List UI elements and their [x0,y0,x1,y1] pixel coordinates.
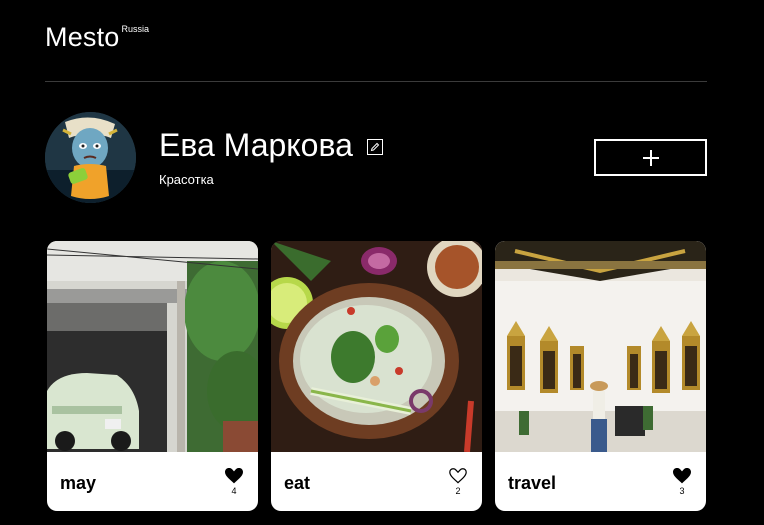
profile: Ева Маркова Красотка [45,110,707,205]
avatar-image [45,112,136,203]
card-title: eat [284,473,311,493]
like-count: 2 [455,486,461,496]
heart-filled-icon[interactable] [225,468,243,484]
avatar[interactable] [45,112,136,203]
card: eat 2 [271,241,482,511]
add-card-button[interactable] [594,139,707,176]
page: Mesto Russia Ева Маркова Красотка may 4 … [0,0,764,525]
card-footer: eat 2 [271,452,482,511]
card-image-temple[interactable] [495,241,706,452]
pencil-icon [370,142,380,152]
logo: Mesto Russia [45,24,149,51]
edit-profile-button[interactable] [366,139,383,156]
plus-icon [642,149,659,166]
profile-info: Ева Маркова Красотка [159,127,383,188]
card-title: may [60,473,97,493]
header: Mesto Russia [45,0,707,82]
logo-sub: Russia [121,24,150,34]
card-image-food[interactable] [271,241,482,452]
card: may 4 [47,241,258,511]
card-image-street[interactable] [47,241,258,452]
like-count: 3 [679,486,685,496]
name-row: Ева Маркова [159,127,383,163]
profile-description: Красотка [159,172,214,188]
like-count: 4 [231,486,237,496]
heart-outline-icon[interactable] [449,468,467,484]
cards-grid: may 4 eat 2 travel 3 [47,241,707,525]
profile-name: Ева Маркова [159,127,353,163]
card-title: travel [508,473,557,493]
card-footer: travel 3 [495,452,706,511]
card: travel 3 [495,241,706,511]
card-footer: may 4 [47,452,258,511]
logo-main: Mesto [45,22,120,52]
heart-filled-icon[interactable] [673,468,691,484]
